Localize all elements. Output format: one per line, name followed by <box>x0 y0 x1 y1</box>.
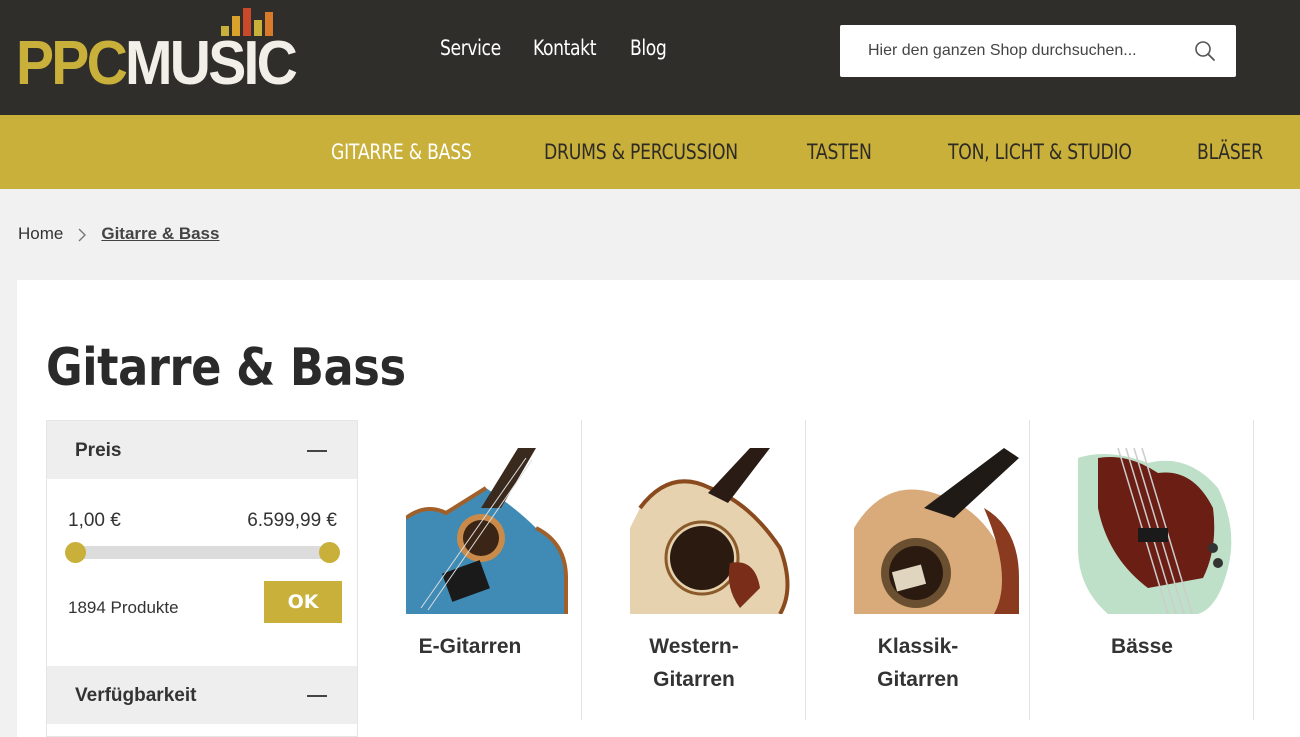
page-title: Gitarre & Bass <box>46 338 406 398</box>
filter-availability-header[interactable]: Verfügbarkeit <box>47 666 357 724</box>
filter-price-label: Preis <box>75 440 122 461</box>
search-box <box>840 25 1236 77</box>
breadcrumb-home[interactable]: Home <box>18 224 63 244</box>
bass-guitar-image <box>1078 448 1243 614</box>
top-navigation: Service Kontakt Blog <box>440 36 670 60</box>
category-navigation: GITARRE & BASS DRUMS & PERCUSSION TASTEN… <box>0 115 1300 189</box>
chevron-right-icon <box>77 227 87 242</box>
western-guitar-image <box>630 448 795 614</box>
collapse-icon[interactable] <box>307 450 327 452</box>
subcategory-tile-western-gitarren[interactable]: Western- Gitarren <box>582 420 806 720</box>
category-gitarre-bass[interactable]: GITARRE & BASS <box>331 140 472 164</box>
nav-link-service[interactable]: Service <box>440 36 501 60</box>
category-drums-percussion[interactable]: DRUMS & PERCUSSION <box>544 140 738 164</box>
logo-wordmark: PPCMUSIC <box>16 29 298 98</box>
nav-link-kontakt[interactable]: Kontakt <box>533 36 596 60</box>
price-max-value: 6.599,99 € <box>247 510 337 531</box>
subcategory-name: Klassik- Gitarren <box>877 635 959 691</box>
breadcrumb-current[interactable]: Gitarre & Bass <box>101 224 219 244</box>
search-icon[interactable] <box>1194 40 1216 62</box>
price-ok-button[interactable]: OK <box>264 581 342 623</box>
product-count: 1894 Produkte <box>68 598 179 617</box>
classical-guitar-image <box>854 448 1019 614</box>
subcategory-name: Western- Gitarren <box>649 635 739 691</box>
search-input[interactable] <box>840 25 1180 77</box>
filter-availability-label: Verfügbarkeit <box>75 685 197 706</box>
category-tasten[interactable]: TASTEN <box>807 140 872 164</box>
site-logo[interactable]: PPCMUSIC <box>16 8 298 95</box>
nav-link-blog[interactable]: Blog <box>630 36 667 60</box>
category-ton-licht-studio[interactable]: TON, LICHT & STUDIO <box>948 140 1132 164</box>
price-slider-max-handle[interactable] <box>319 542 340 563</box>
site-header: PPCMUSIC Service Kontakt Blog <box>0 0 1300 115</box>
filter-price-header[interactable]: Preis <box>47 421 357 479</box>
price-min-value: 1,00 € <box>68 510 121 531</box>
subcategory-tile-klassik-gitarren[interactable]: Klassik- Gitarren <box>806 420 1030 720</box>
collapse-icon[interactable] <box>307 695 327 697</box>
price-slider-track[interactable] <box>75 546 329 559</box>
category-blaeser[interactable]: BLÄSER <box>1197 140 1263 164</box>
main-content: Gitarre & Bass Preis 1,00 € 6.599,99 € 1… <box>17 280 1300 737</box>
electric-guitar-image <box>406 448 571 614</box>
breadcrumb: Home Gitarre & Bass <box>18 224 219 244</box>
subcategory-tile-e-gitarren[interactable]: E-Gitarren <box>358 420 582 720</box>
subcategory-name: Bässe <box>1111 635 1173 658</box>
price-slider-min-handle[interactable] <box>65 542 86 563</box>
subcategory-name: E-Gitarren <box>418 635 522 658</box>
filter-sidebar: Preis 1,00 € 6.599,99 € 1894 Produkte OK… <box>46 420 358 737</box>
subcategory-tile-baesse[interactable]: Bässe <box>1030 420 1254 720</box>
